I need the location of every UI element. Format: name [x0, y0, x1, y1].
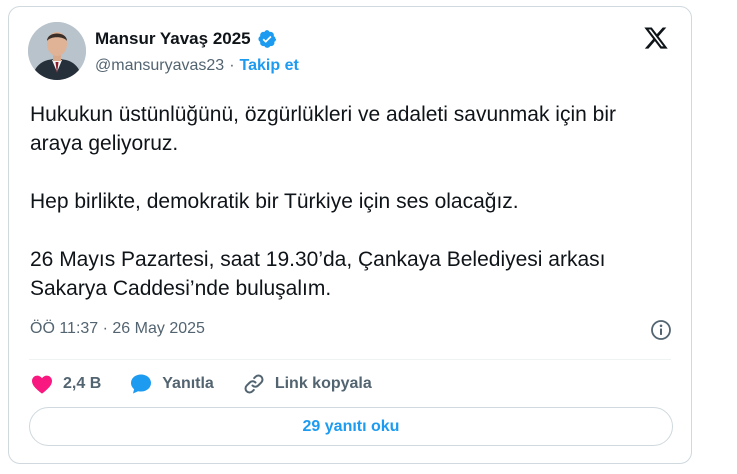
- tweet-text: Hukukun üstünlüğünü, özgürlükleri ve ada…: [30, 100, 670, 303]
- copy-link-label: Link kopyala: [274, 375, 372, 392]
- follow-button[interactable]: Takip et: [240, 57, 299, 75]
- copy-link-button[interactable]: Link kopyala: [242, 372, 372, 396]
- tweet-timestamp[interactable]: ÖÖ 11:37 · 26 May 2025: [30, 320, 205, 338]
- verified-badge-icon: [257, 29, 277, 49]
- tweet-paragraph: Hukukun üstünlüğünü, özgürlükleri ve ada…: [30, 103, 616, 155]
- author-handle[interactable]: @mansuryavas23: [95, 57, 224, 75]
- author-handle-row: @mansuryavas23 · Takip et: [95, 57, 299, 75]
- author-display-name[interactable]: Mansur Yavaş 2025: [95, 29, 251, 49]
- tweet-actions: 2,4 B Yanıtla Link kopyala: [30, 369, 400, 399]
- read-replies-button[interactable]: 29 yanıtı oku: [29, 407, 673, 446]
- tweet-paragraph: 26 Mayıs Pazartesi, saat 19.30’da, Çanka…: [30, 248, 606, 300]
- heart-icon: [32, 375, 52, 394]
- reply-label: Yanıtla: [162, 375, 214, 392]
- divider: [29, 359, 671, 360]
- x-logo-icon[interactable]: [643, 25, 669, 51]
- avatar[interactable]: [28, 22, 86, 80]
- link-icon: [244, 374, 264, 394]
- reply-button[interactable]: Yanıtla: [129, 372, 214, 396]
- like-button[interactable]: 2,4 B: [30, 372, 101, 396]
- handle-separator: ·: [229, 57, 235, 74]
- author-name-row: Mansur Yavaş 2025: [95, 29, 277, 49]
- tweet-paragraph: Hep birlikte, demokratik bir Türkiye içi…: [30, 190, 519, 213]
- info-icon[interactable]: [649, 318, 673, 342]
- speech-bubble-icon: [131, 374, 152, 394]
- tweet-embed-card: Mansur Yavaş 2025 @mansuryavas23 · Takip…: [8, 6, 692, 464]
- like-count: 2,4 B: [63, 375, 102, 392]
